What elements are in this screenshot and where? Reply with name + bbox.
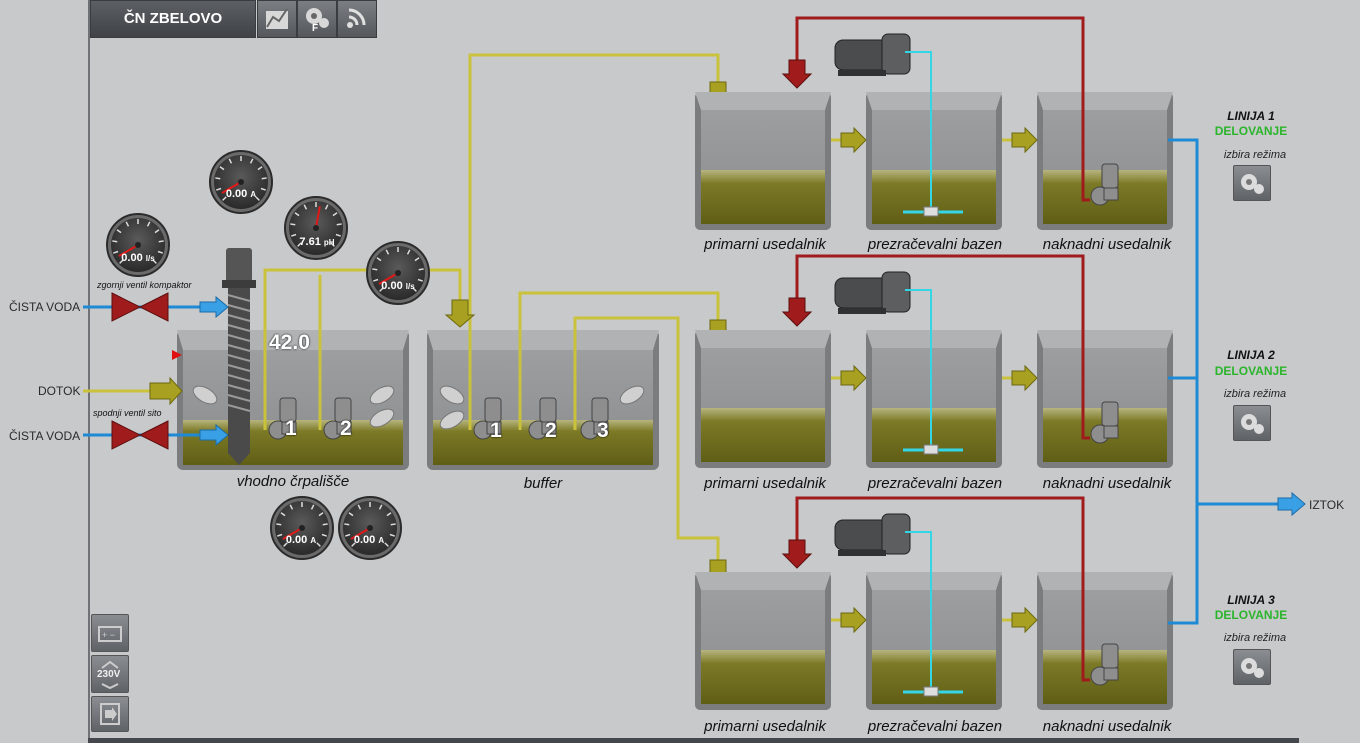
line3-status: DELOVANJE [1214, 608, 1288, 622]
gauge-6 [338, 496, 402, 560]
line2-mode-button[interactable] [1233, 405, 1271, 441]
outflow-label: IZTOK [1309, 498, 1345, 512]
line1-mode-button[interactable] [1233, 165, 1271, 201]
line2-secondary-label: naknadni usedalnik [1042, 475, 1172, 492]
line1-secondary-label: naknadni usedalnik [1042, 236, 1172, 253]
line2-mode-label: izbira režima [1223, 388, 1287, 400]
buffer-pump-3-label: 3 [597, 419, 609, 442]
line1-aeration-label: prezračevalni bazen [867, 236, 1003, 253]
gauge-current-2-value: 0.00 A [285, 534, 317, 546]
line-1-tanks [695, 16, 1173, 230]
gear-icon [1241, 658, 1264, 678]
line1-mode-label: izbira režima [1223, 149, 1287, 161]
gauge-1 [106, 213, 170, 277]
scada-frame: ČN ZBELOVO F ČISTA VODA DOTOK ČISTA VODA… [0, 0, 1360, 743]
exit-icon [100, 703, 120, 725]
outflow-arrow [1277, 491, 1306, 517]
process-schematic [83, 16, 1306, 710]
gear-icon [1241, 414, 1264, 434]
buffer-pump-1-label: 1 [490, 419, 502, 442]
gauge-3 [284, 196, 348, 260]
line2-primary-label: primarni usedalnik [704, 475, 826, 492]
clean-water-bottom-label: ČISTA VODA [9, 429, 81, 443]
line3-aeration-label: prezračevalni bazen [867, 718, 1003, 735]
gauge-flow-2-value: 0.00 l/s [381, 280, 415, 292]
level-value: 42.0 [269, 331, 310, 354]
gauge-flow-1-value: 0.00 l/s [121, 252, 155, 264]
line3-title: LINIJA 3 [1227, 593, 1275, 607]
buffer-pump-2-label: 2 [545, 419, 557, 442]
line3-mode-button[interactable] [1233, 649, 1271, 685]
inlet-pump-2-label: 2 [340, 417, 352, 440]
battery-button[interactable]: + − [91, 614, 129, 652]
lower-valve-label: spodnji ventil sito [93, 408, 162, 418]
treatment-lines [695, 16, 1173, 710]
line1-status: DELOVANJE [1214, 124, 1288, 138]
line3-mode-label: izbira režima [1223, 632, 1287, 644]
clean-water-top-label: ČISTA VODA [9, 300, 81, 314]
upper-valve-label: zgornji ventil kompaktor [97, 280, 192, 290]
buffer-tank-label: buffer [523, 475, 563, 492]
inlet-tank-label: vhodno črpališče [236, 473, 350, 490]
line3-primary-label: primarni usedalnik [704, 718, 826, 735]
svg-text:+ −: + − [102, 630, 115, 640]
line-2-tanks [695, 254, 1173, 468]
voltage-button[interactable]: 230V [91, 655, 129, 693]
line1-primary-label: primarni usedalnik [704, 236, 826, 253]
line2-status: DELOVANJE [1214, 364, 1288, 378]
gauge-ph-value: 7.61 pH [299, 236, 335, 248]
gauge-current-1-value: 0.00 A [225, 188, 257, 200]
line-3-tanks [695, 496, 1173, 710]
inflow-label: DOTOK [38, 384, 81, 398]
upper-valve [111, 292, 169, 322]
line2-title: LINIJA 2 [1227, 348, 1275, 362]
gauge-4 [366, 241, 430, 305]
inlet-pump-1-label: 1 [285, 417, 297, 440]
line1-title: LINIJA 1 [1227, 109, 1275, 123]
effluent-pipes [1168, 138, 1280, 625]
exit-button[interactable] [91, 696, 129, 732]
battery-icon: + − [98, 626, 122, 642]
line2-aeration-label: prezračevalni bazen [867, 475, 1003, 492]
voltage-label: 230V [97, 669, 121, 680]
gauge-5 [270, 496, 334, 560]
gauge-current-3-value: 0.00 A [353, 534, 385, 546]
gear-icon [1241, 174, 1264, 194]
line3-secondary-label: naknadni usedalnik [1042, 718, 1172, 735]
lower-valve [111, 420, 169, 450]
gauge-2 [209, 150, 273, 214]
